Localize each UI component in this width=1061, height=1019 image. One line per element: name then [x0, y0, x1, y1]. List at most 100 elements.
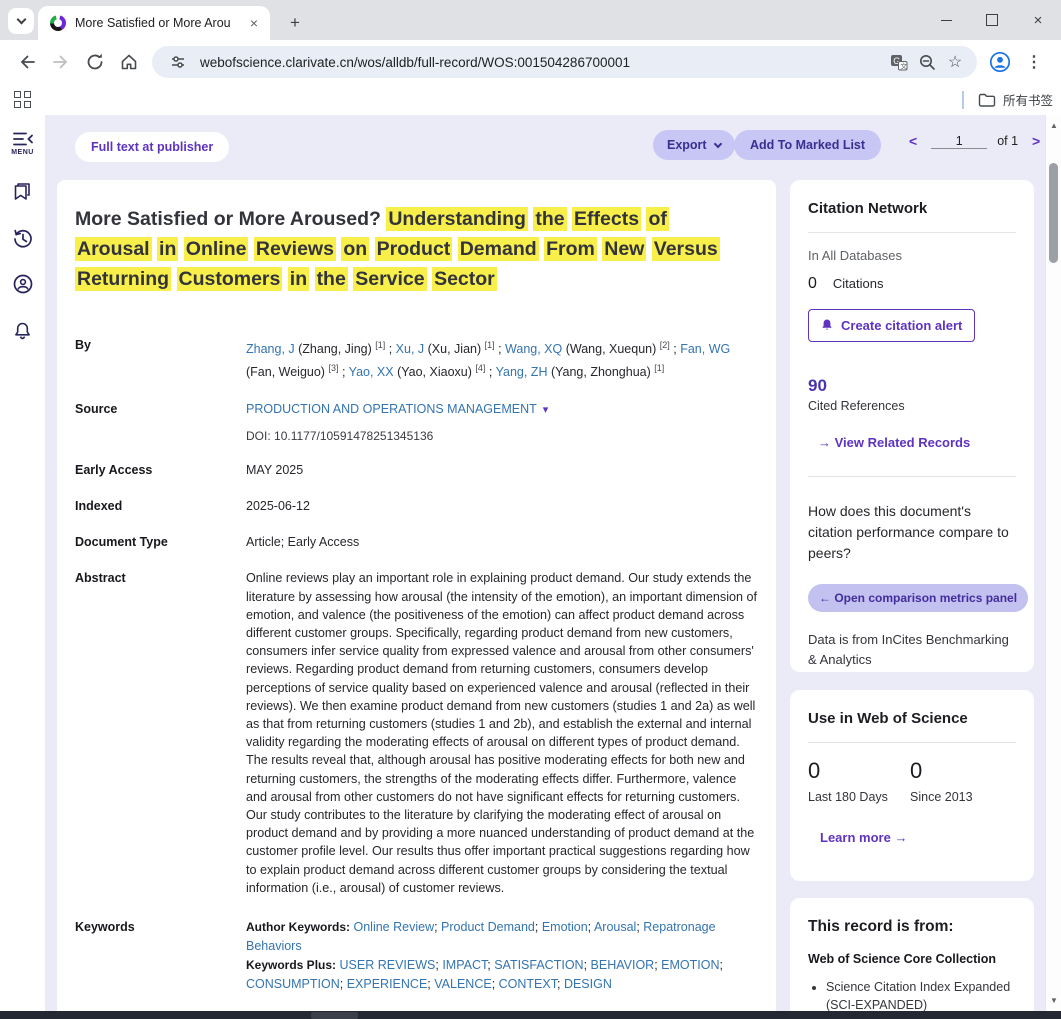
- bookmark-star-icon[interactable]: ☆: [941, 48, 969, 76]
- cited-references-count[interactable]: 90: [808, 376, 1016, 396]
- browser-menu-icon[interactable]: ⋮: [1017, 45, 1051, 79]
- forward-icon[interactable]: [44, 45, 78, 79]
- early-access-value: MAY 2025: [246, 461, 758, 480]
- collection-index-list: Science Citation Index Expanded (SCI-EXP…: [808, 978, 1016, 1011]
- divider: [808, 476, 1016, 477]
- close-window-button[interactable]: ×: [1015, 0, 1061, 40]
- browser-toolbar: webofscience.clarivate.cn/wos/alldb/full…: [0, 40, 1061, 84]
- export-button[interactable]: Export: [653, 130, 735, 160]
- next-record-icon[interactable]: >: [1028, 133, 1044, 149]
- home-icon[interactable]: [112, 45, 146, 79]
- keywords-label: Keywords: [75, 918, 246, 994]
- citation-network-card: Citation Network In All Databases 0 Cita…: [790, 180, 1034, 672]
- taskbar: [0, 1011, 1061, 1019]
- taskbar-icon-glow: [311, 1012, 358, 1019]
- scrollbar-thumb[interactable]: [1049, 163, 1058, 263]
- author-affiliation-sup: [1]: [654, 363, 664, 373]
- keyword-link[interactable]: BEHAVIOR: [591, 958, 655, 972]
- page-number-input[interactable]: [931, 134, 987, 149]
- bookmarks-bar: 所有书签: [0, 84, 1061, 115]
- left-rail: MENU: [0, 115, 45, 1011]
- in-all-databases-label: In All Databases: [808, 248, 1016, 263]
- title-highlight-word: Effects: [572, 207, 641, 231]
- all-bookmarks-button[interactable]: 所有书签: [962, 88, 1053, 111]
- all-bookmarks-label: 所有书签: [1003, 90, 1053, 109]
- learn-more-link[interactable]: Learn more →: [820, 830, 1016, 845]
- keyword-link[interactable]: Emotion: [542, 920, 588, 934]
- apps-grid-icon[interactable]: [14, 91, 31, 108]
- url-bar[interactable]: webofscience.clarivate.cn/wos/alldb/full…: [152, 46, 977, 78]
- author-keywords-label: Author Keywords:: [246, 920, 350, 934]
- tab-close-icon[interactable]: ×: [246, 15, 262, 31]
- title-highlight-word: New: [602, 237, 646, 261]
- keyword-link[interactable]: CONSUMPTION: [246, 977, 340, 991]
- previous-record-icon[interactable]: <: [905, 133, 921, 149]
- keyword-link[interactable]: SATISFACTION: [494, 958, 583, 972]
- minimize-button[interactable]: [923, 0, 969, 40]
- keyword-link[interactable]: IMPACT: [442, 958, 487, 972]
- reload-icon[interactable]: [78, 45, 112, 79]
- maximize-button[interactable]: [969, 0, 1015, 40]
- citations-count: 0: [808, 275, 817, 293]
- title-plain: More Satisfied or More Aroused?: [75, 208, 381, 230]
- back-icon[interactable]: [10, 45, 44, 79]
- collection-index-item: Science Citation Index Expanded (SCI-EXP…: [826, 978, 1016, 1011]
- title-highlight-word: in: [288, 267, 309, 291]
- browser-window: More Satisfied or More Arou × + × webofs…: [0, 0, 1061, 1019]
- view-related-records-link[interactable]: → View Related Records: [818, 435, 1016, 450]
- source-caret-icon[interactable]: ▾: [543, 404, 549, 416]
- open-comparison-metrics-button[interactable]: ← Open comparison metrics panel: [808, 584, 1028, 612]
- keyword-link[interactable]: CONTEXT: [499, 977, 557, 991]
- history-button[interactable]: [0, 228, 45, 250]
- title-highlight-word: the: [533, 207, 566, 231]
- keyword-link[interactable]: USER REVIEWS: [340, 958, 436, 972]
- peer-comparison-question: How does this document's citation perfor…: [808, 501, 1016, 564]
- keyword-link[interactable]: Product Demand: [441, 920, 535, 934]
- core-collection-label: Web of Science Core Collection: [808, 952, 1016, 966]
- marked-list-button[interactable]: [0, 181, 45, 202]
- keyword-link[interactable]: Arousal: [594, 920, 636, 934]
- author-link[interactable]: Zhang, J: [246, 342, 295, 356]
- title-highlight-word: Service: [353, 267, 426, 291]
- scroll-down-icon[interactable]: ▼: [1046, 996, 1061, 1005]
- keyword-link[interactable]: VALENCE: [434, 977, 491, 991]
- researcher-profile-button[interactable]: [0, 273, 45, 295]
- bell-icon: [821, 319, 833, 332]
- record-pager: < of 1 >: [905, 133, 1044, 149]
- profile-avatar[interactable]: [983, 45, 1017, 79]
- url-text[interactable]: webofscience.clarivate.cn/wos/alldb/full…: [200, 55, 885, 70]
- new-tab-button[interactable]: +: [282, 10, 308, 36]
- person-icon: [12, 273, 34, 295]
- author-affiliation-sup: [1]: [375, 340, 385, 350]
- page-scrollbar[interactable]: ▲ ▼: [1045, 115, 1061, 1011]
- title-highlight-word: the: [315, 267, 348, 291]
- arrow-right-icon: →: [818, 435, 831, 450]
- browser-tab[interactable]: More Satisfied or More Arou ×: [38, 6, 270, 40]
- keyword-link[interactable]: DESIGN: [564, 977, 612, 991]
- divider: [808, 742, 1016, 743]
- abstract-label: Abstract: [75, 569, 246, 897]
- site-info-icon[interactable]: [164, 48, 192, 76]
- author-link[interactable]: Fan, WG: [680, 342, 730, 356]
- add-to-marked-list-button[interactable]: Add To Marked List: [734, 130, 881, 160]
- keyword-link[interactable]: Online Review: [354, 920, 435, 934]
- translate-icon[interactable]: G文: [885, 48, 913, 76]
- title-highlight-word: Versus: [652, 237, 720, 261]
- author-link[interactable]: Yang, ZH: [496, 365, 548, 379]
- author-link[interactable]: Wang, XQ: [505, 342, 562, 356]
- usage-title: Use in Web of Science: [808, 710, 1016, 727]
- web-of-science-page: MENU Full text at publisher Export Add T…: [0, 115, 1061, 1011]
- tab-search-button[interactable]: [8, 8, 34, 34]
- title-highlight-word: From: [544, 237, 597, 261]
- author-affiliation-sup: [4]: [475, 363, 485, 373]
- source-link[interactable]: PRODUCTION AND OPERATIONS MANAGEMENT: [246, 402, 537, 416]
- keyword-link[interactable]: EXPERIENCE: [347, 977, 428, 991]
- author-link[interactable]: Xu, J: [396, 342, 425, 356]
- zoom-out-icon[interactable]: [913, 48, 941, 76]
- notifications-button[interactable]: [0, 321, 45, 343]
- author-link[interactable]: Yao, XX: [349, 365, 394, 379]
- full-text-button[interactable]: Full text at publisher: [75, 132, 229, 162]
- scroll-up-icon[interactable]: ▲: [1046, 121, 1061, 130]
- keyword-link[interactable]: EMOTION: [661, 958, 719, 972]
- create-citation-alert-button[interactable]: Create citation alert: [808, 309, 975, 342]
